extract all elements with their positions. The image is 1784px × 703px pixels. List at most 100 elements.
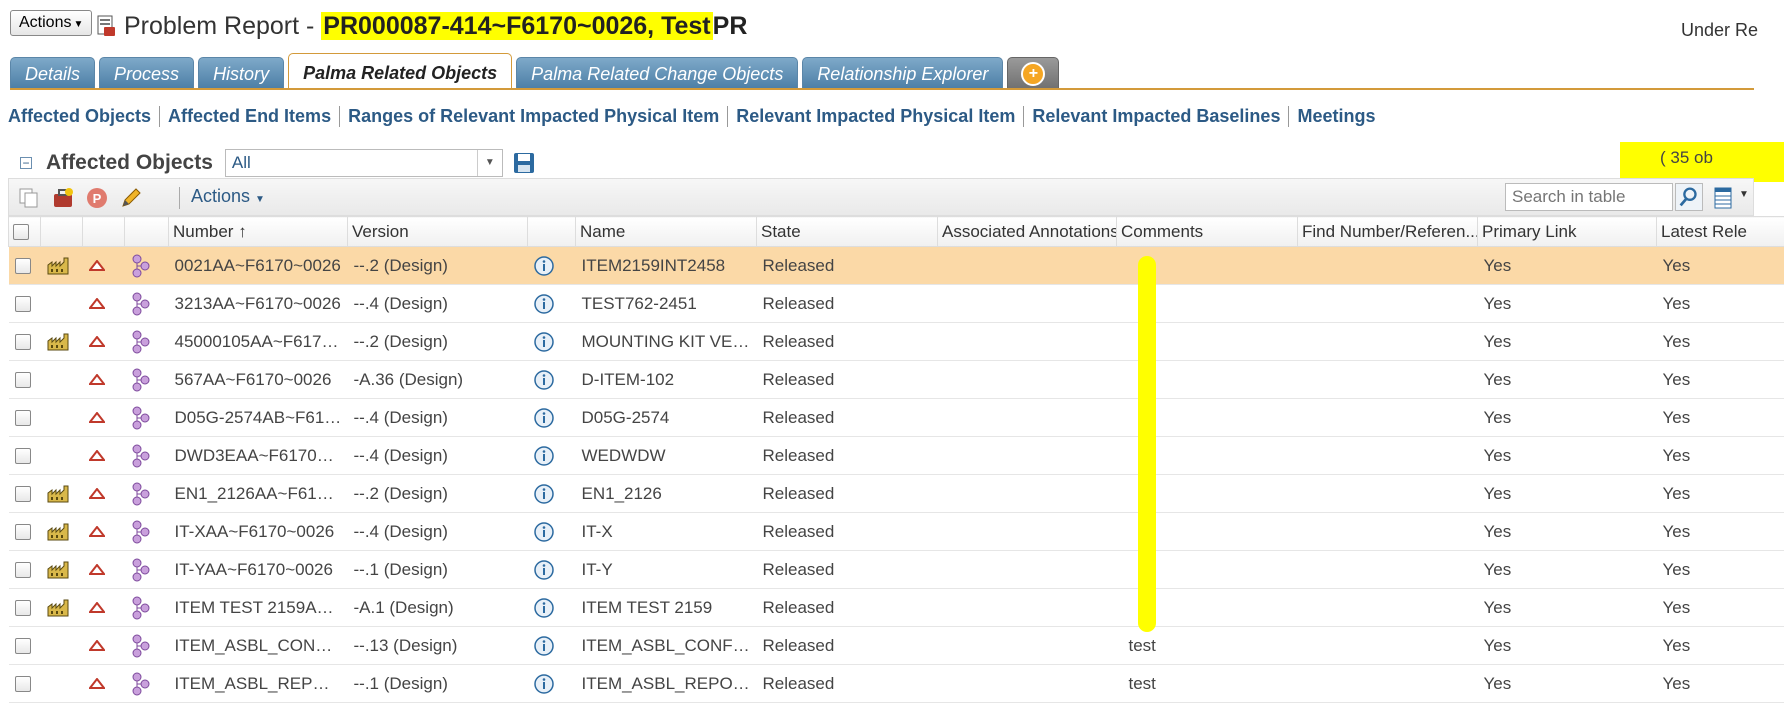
table-row[interactable]: 3213AA~F6170~0026 --.4 (Design) TEST762-… [9, 285, 1784, 323]
column-chooser-icon[interactable] [1711, 186, 1735, 210]
part-structure-icon[interactable] [131, 406, 151, 430]
part-structure-icon[interactable] [131, 596, 151, 620]
part-structure-icon[interactable] [131, 330, 151, 354]
link-ranges-impacted-physical-item[interactable]: Ranges of Relevant Impacted Physical Ite… [339, 106, 727, 127]
row-checkbox[interactable] [15, 334, 31, 350]
row-checkbox[interactable] [15, 600, 31, 616]
table-row[interactable]: 567AA~F6170~0026 -A.36 (Design) D-ITEM-1… [9, 361, 1784, 399]
column-header-comments[interactable]: Comments [1117, 217, 1298, 247]
number-link[interactable]: ITEM_ASBL_REPORT1... [169, 665, 348, 703]
part-structure-icon[interactable] [131, 482, 151, 506]
number-link[interactable]: D05G-2574AB~F6170... [169, 399, 348, 437]
info-icon[interactable] [534, 446, 554, 466]
search-icon[interactable] [1675, 183, 1703, 211]
info-icon[interactable] [534, 598, 554, 618]
row-checkbox[interactable] [15, 486, 31, 502]
info-icon[interactable] [534, 484, 554, 504]
number-link[interactable]: EN1_2126AA~F6170~... [169, 475, 348, 513]
chevron-down-icon[interactable]: ▼ [1739, 189, 1749, 200]
link-relevant-impacted-physical-item[interactable]: Relevant Impacted Physical Item [727, 106, 1023, 127]
row-checkbox[interactable] [15, 410, 31, 426]
view-select[interactable]: All ▼ [225, 149, 503, 177]
row-checkbox-cell[interactable] [9, 475, 41, 513]
info-icon[interactable] [534, 522, 554, 542]
table-row[interactable]: D05G-2574AB~F6170... --.4 (Design) D05G-… [9, 399, 1784, 437]
row-checkbox[interactable] [15, 296, 31, 312]
row-checkbox-cell[interactable] [9, 551, 41, 589]
tab-process[interactable]: Process [99, 57, 194, 89]
info-icon[interactable] [534, 332, 554, 352]
table-row[interactable]: DWD3EAA~F6170~00... --.4 (Design) WEDWDW… [9, 437, 1784, 475]
link-affected-objects[interactable]: Affected Objects [8, 106, 159, 127]
row-checkbox-cell[interactable] [9, 323, 41, 361]
info-icon[interactable] [534, 408, 554, 428]
column-header-find-number[interactable]: Find Number/Referen... [1298, 217, 1478, 247]
info-icon[interactable] [534, 370, 554, 390]
table-row[interactable]: ITEM_ASBL_REPORT1... --.1 (Design) ITEM_… [9, 665, 1784, 703]
row-checkbox[interactable] [15, 448, 31, 464]
row-checkbox-cell[interactable] [9, 399, 41, 437]
part-structure-icon[interactable] [131, 558, 151, 582]
row-checkbox-cell[interactable] [9, 247, 41, 285]
column-header-latest-release[interactable]: Latest Rele [1657, 217, 1784, 247]
row-checkbox-cell[interactable] [9, 437, 41, 475]
table-row[interactable]: ITEM TEST 2159AA~F... -A.1 (Design) ITEM… [9, 589, 1784, 627]
link-affected-end-items[interactable]: Affected End Items [159, 106, 339, 127]
table-row[interactable]: 0021AA~F6170~0026 --.2 (Design) ITEM2159… [9, 247, 1784, 285]
part-structure-icon[interactable] [131, 444, 151, 468]
part-structure-icon[interactable] [131, 520, 151, 544]
column-header-version[interactable]: Version [348, 217, 528, 247]
info-icon[interactable] [534, 560, 554, 580]
part-structure-icon[interactable] [131, 634, 151, 658]
row-checkbox-cell[interactable] [9, 513, 41, 551]
column-header-associated-annotations[interactable]: Associated Annotations [938, 217, 1117, 247]
row-checkbox[interactable] [15, 638, 31, 654]
select-all-checkbox[interactable] [13, 224, 29, 240]
save-view-icon[interactable] [513, 152, 535, 174]
collapse-icon[interactable]: − [20, 157, 32, 169]
row-checkbox-cell[interactable] [9, 665, 41, 703]
number-link[interactable]: ITEM TEST 2159AA~F... [169, 589, 348, 627]
tab-palma-related-change-objects[interactable]: Palma Related Change Objects [516, 57, 798, 89]
number-link[interactable]: IT-XAA~F6170~0026 [169, 513, 348, 551]
info-icon[interactable] [534, 636, 554, 656]
column-header-state[interactable]: State [757, 217, 938, 247]
column-header-name[interactable]: Name [576, 217, 757, 247]
info-icon[interactable] [534, 256, 554, 276]
tab-relationship-explorer[interactable]: Relationship Explorer [802, 57, 1003, 89]
number-link[interactable]: 45000105AA~F6170~... [169, 323, 348, 361]
tab-details[interactable]: Details [10, 57, 95, 89]
number-link[interactable]: 567AA~F6170~0026 [169, 361, 348, 399]
row-checkbox-cell[interactable] [9, 285, 41, 323]
number-link[interactable]: 0021AA~F6170~0026 [169, 247, 348, 285]
tab-history[interactable]: History [198, 57, 284, 89]
column-header-primary-link[interactable]: Primary Link [1478, 217, 1657, 247]
number-link[interactable]: 3213AA~F6170~0026 [169, 285, 348, 323]
row-checkbox-cell[interactable] [9, 589, 41, 627]
part-structure-icon[interactable] [131, 292, 151, 316]
row-checkbox[interactable] [15, 524, 31, 540]
number-link[interactable]: DWD3EAA~F6170~00... [169, 437, 348, 475]
header-actions-button[interactable]: Actions▼ [10, 10, 92, 36]
part-structure-icon[interactable] [131, 368, 151, 392]
table-row[interactable]: IT-YAA~F6170~0026 --.1 (Design) IT-Y Rel… [9, 551, 1784, 589]
row-checkbox[interactable] [15, 258, 31, 274]
row-checkbox[interactable] [15, 676, 31, 692]
table-row[interactable]: EN1_2126AA~F6170~... --.2 (Design) EN1_2… [9, 475, 1784, 513]
row-checkbox[interactable] [15, 562, 31, 578]
search-in-table-input[interactable] [1505, 183, 1673, 211]
p-action-icon[interactable]: P [85, 186, 109, 210]
edit-pencil-icon[interactable] [119, 186, 143, 210]
tab-palma-related-objects[interactable]: Palma Related Objects [288, 53, 512, 89]
link-meetings[interactable]: Meetings [1288, 106, 1383, 127]
row-checkbox[interactable] [15, 372, 31, 388]
part-structure-icon[interactable] [131, 254, 151, 278]
part-structure-icon[interactable] [131, 672, 151, 696]
row-checkbox-cell[interactable] [9, 627, 41, 665]
add-tab-button[interactable]: + [1007, 57, 1059, 89]
add-to-briefcase-icon[interactable] [51, 186, 75, 210]
table-row[interactable]: ITEM_ASBL_CONFIG1... --.13 (Design) ITEM… [9, 627, 1784, 665]
column-header-number[interactable]: Number ↑ [169, 217, 348, 247]
select-all-header[interactable] [9, 217, 41, 247]
table-row[interactable]: IT-XAA~F6170~0026 --.4 (Design) IT-X Rel… [9, 513, 1784, 551]
